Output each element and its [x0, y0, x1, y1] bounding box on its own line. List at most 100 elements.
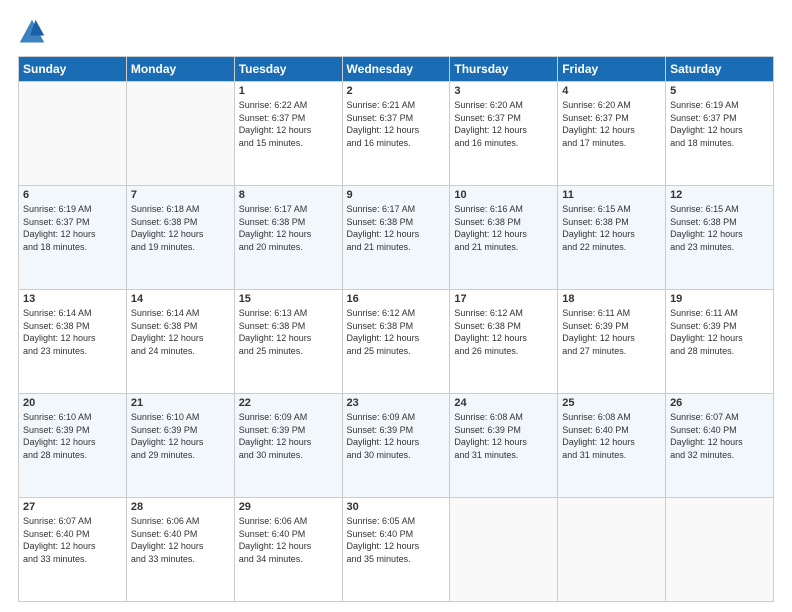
- day-number: 4: [562, 85, 661, 97]
- calendar-day: [450, 498, 558, 602]
- day-number: 27: [23, 501, 122, 513]
- day-number: 10: [454, 189, 553, 201]
- calendar-day: 27 Sunrise: 6:07 AMSunset: 6:40 PMDayligh…: [19, 498, 127, 602]
- weekday-header: Sunday: [19, 57, 127, 82]
- calendar-day: 5Sunrise: 6:19 AMSunset: 6:37 PMDaylight…: [666, 82, 774, 186]
- day-number: 9: [347, 189, 446, 201]
- day-info: Sunrise: 6:07 AMSunset: 6:40 PMDaylight:…: [23, 515, 122, 565]
- day-info: Sunrise: 6:18 AMSunset: 6:38 PMDaylight:…: [131, 203, 230, 253]
- calendar-day: [558, 498, 666, 602]
- calendar-week-row: 27 Sunrise: 6:07 AMSunset: 6:40 PMDayligh…: [19, 498, 774, 602]
- day-number: 16: [347, 293, 446, 305]
- calendar-day: 15Sunrise: 6:13 AMSunset: 6:38 PMDayligh…: [234, 290, 342, 394]
- weekday-header: Thursday: [450, 57, 558, 82]
- calendar-day: 10 Sunrise: 6:16 AMSunset: 6:38 PMDayligh…: [450, 186, 558, 290]
- calendar-day: 17 Sunrise: 6:12 AMSunset: 6:38 PMDayligh…: [450, 290, 558, 394]
- calendar-day: 18Sunrise: 6:11 AMSunset: 6:39 PMDayligh…: [558, 290, 666, 394]
- day-number: 5: [670, 85, 769, 97]
- calendar-day: 2 Sunrise: 6:21 AMSunset: 6:37 PMDaylight…: [342, 82, 450, 186]
- calendar-day: 13 Sunrise: 6:14 AMSunset: 6:38 PMDayligh…: [19, 290, 127, 394]
- calendar-day: 29 Sunrise: 6:06 AMSunset: 6:40 PMDayligh…: [234, 498, 342, 602]
- calendar-day: 11 Sunrise: 6:15 AMSunset: 6:38 PMDayligh…: [558, 186, 666, 290]
- day-info: Sunrise: 6:19 AMSunset: 6:37 PMDaylight:…: [23, 203, 122, 253]
- day-info: Sunrise: 6:20 AMSunset: 6:37 PMDaylight:…: [562, 99, 661, 149]
- day-info: Sunrise: 6:21 AMSunset: 6:37 PMDaylight:…: [347, 99, 446, 149]
- page: SundayMondayTuesdayWednesdayThursdayFrid…: [0, 0, 792, 612]
- calendar-day: 9 Sunrise: 6:17 AMSunset: 6:38 PMDaylight…: [342, 186, 450, 290]
- day-info: Sunrise: 6:09 AMSunset: 6:39 PMDaylight:…: [347, 411, 446, 461]
- day-number: 26: [670, 397, 769, 409]
- day-number: 17: [454, 293, 553, 305]
- calendar-day: 7Sunrise: 6:18 AMSunset: 6:38 PMDaylight…: [126, 186, 234, 290]
- weekday-header-row: SundayMondayTuesdayWednesdayThursdayFrid…: [19, 57, 774, 82]
- weekday-header: Saturday: [666, 57, 774, 82]
- day-number: 13: [23, 293, 122, 305]
- day-info: Sunrise: 6:17 AMSunset: 6:38 PMDaylight:…: [347, 203, 446, 253]
- generalblue-icon: [18, 18, 46, 46]
- calendar-day: 21 Sunrise: 6:10 AMSunset: 6:39 PMDayligh…: [126, 394, 234, 498]
- day-info: Sunrise: 6:22 AMSunset: 6:37 PMDaylight:…: [239, 99, 338, 149]
- calendar-day: 22 Sunrise: 6:09 AMSunset: 6:39 PMDayligh…: [234, 394, 342, 498]
- day-info: Sunrise: 6:12 AMSunset: 6:38 PMDaylight:…: [347, 307, 446, 357]
- day-number: 29: [239, 501, 338, 513]
- calendar-day: 16 Sunrise: 6:12 AMSunset: 6:38 PMDayligh…: [342, 290, 450, 394]
- day-info: Sunrise: 6:14 AMSunset: 6:38 PMDaylight:…: [23, 307, 122, 357]
- calendar-day: 3 Sunrise: 6:20 AMSunset: 6:37 PMDaylight…: [450, 82, 558, 186]
- logo: [18, 18, 50, 46]
- day-number: 20: [23, 397, 122, 409]
- calendar-day: 8Sunrise: 6:17 AMSunset: 6:38 PMDaylight…: [234, 186, 342, 290]
- day-number: 2: [347, 85, 446, 97]
- day-number: 28: [131, 501, 230, 513]
- day-info: Sunrise: 6:10 AMSunset: 6:39 PMDaylight:…: [131, 411, 230, 461]
- day-number: 22: [239, 397, 338, 409]
- day-info: Sunrise: 6:08 AMSunset: 6:40 PMDaylight:…: [562, 411, 661, 461]
- calendar-day: 12Sunrise: 6:15 AMSunset: 6:38 PMDayligh…: [666, 186, 774, 290]
- day-number: 23: [347, 397, 446, 409]
- day-number: 30: [347, 501, 446, 513]
- day-info: Sunrise: 6:05 AMSunset: 6:40 PMDaylight:…: [347, 515, 446, 565]
- calendar-day: 20 Sunrise: 6:10 AMSunset: 6:39 PMDayligh…: [19, 394, 127, 498]
- weekday-header: Friday: [558, 57, 666, 82]
- day-number: 18: [562, 293, 661, 305]
- day-number: 25: [562, 397, 661, 409]
- calendar-day: 30 Sunrise: 6:05 AMSunset: 6:40 PMDayligh…: [342, 498, 450, 602]
- day-number: 14: [131, 293, 230, 305]
- day-info: Sunrise: 6:14 AMSunset: 6:38 PMDaylight:…: [131, 307, 230, 357]
- day-info: Sunrise: 6:09 AMSunset: 6:39 PMDaylight:…: [239, 411, 338, 461]
- calendar-week-row: 6 Sunrise: 6:19 AMSunset: 6:37 PMDaylight…: [19, 186, 774, 290]
- day-info: Sunrise: 6:08 AMSunset: 6:39 PMDaylight:…: [454, 411, 553, 461]
- day-info: Sunrise: 6:13 AMSunset: 6:38 PMDaylight:…: [239, 307, 338, 357]
- day-info: Sunrise: 6:06 AMSunset: 6:40 PMDaylight:…: [131, 515, 230, 565]
- day-info: Sunrise: 6:06 AMSunset: 6:40 PMDaylight:…: [239, 515, 338, 565]
- day-number: 6: [23, 189, 122, 201]
- calendar-day: [126, 82, 234, 186]
- day-info: Sunrise: 6:10 AMSunset: 6:39 PMDaylight:…: [23, 411, 122, 461]
- calendar-week-row: 13 Sunrise: 6:14 AMSunset: 6:38 PMDayligh…: [19, 290, 774, 394]
- day-info: Sunrise: 6:11 AMSunset: 6:39 PMDaylight:…: [670, 307, 769, 357]
- day-info: Sunrise: 6:12 AMSunset: 6:38 PMDaylight:…: [454, 307, 553, 357]
- day-info: Sunrise: 6:16 AMSunset: 6:38 PMDaylight:…: [454, 203, 553, 253]
- calendar-day: 23 Sunrise: 6:09 AMSunset: 6:39 PMDayligh…: [342, 394, 450, 498]
- day-info: Sunrise: 6:15 AMSunset: 6:38 PMDaylight:…: [562, 203, 661, 253]
- day-number: 12: [670, 189, 769, 201]
- day-number: 3: [454, 85, 553, 97]
- calendar-day: 4 Sunrise: 6:20 AMSunset: 6:37 PMDaylight…: [558, 82, 666, 186]
- day-info: Sunrise: 6:20 AMSunset: 6:37 PMDaylight:…: [454, 99, 553, 149]
- calendar-day: 28 Sunrise: 6:06 AMSunset: 6:40 PMDayligh…: [126, 498, 234, 602]
- calendar-day: 26Sunrise: 6:07 AMSunset: 6:40 PMDayligh…: [666, 394, 774, 498]
- day-info: Sunrise: 6:17 AMSunset: 6:38 PMDaylight:…: [239, 203, 338, 253]
- day-number: 19: [670, 293, 769, 305]
- calendar-table: SundayMondayTuesdayWednesdayThursdayFrid…: [18, 56, 774, 602]
- day-number: 21: [131, 397, 230, 409]
- calendar-day: 25 Sunrise: 6:08 AMSunset: 6:40 PMDayligh…: [558, 394, 666, 498]
- day-number: 11: [562, 189, 661, 201]
- header: [18, 18, 774, 46]
- calendar-day: 19 Sunrise: 6:11 AMSunset: 6:39 PMDayligh…: [666, 290, 774, 394]
- weekday-header: Wednesday: [342, 57, 450, 82]
- calendar-day: 24Sunrise: 6:08 AMSunset: 6:39 PMDayligh…: [450, 394, 558, 498]
- calendar-week-row: 1Sunrise: 6:22 AMSunset: 6:37 PMDaylight…: [19, 82, 774, 186]
- calendar-day: [666, 498, 774, 602]
- calendar-week-row: 20 Sunrise: 6:10 AMSunset: 6:39 PMDayligh…: [19, 394, 774, 498]
- calendar-day: 14 Sunrise: 6:14 AMSunset: 6:38 PMDayligh…: [126, 290, 234, 394]
- weekday-header: Monday: [126, 57, 234, 82]
